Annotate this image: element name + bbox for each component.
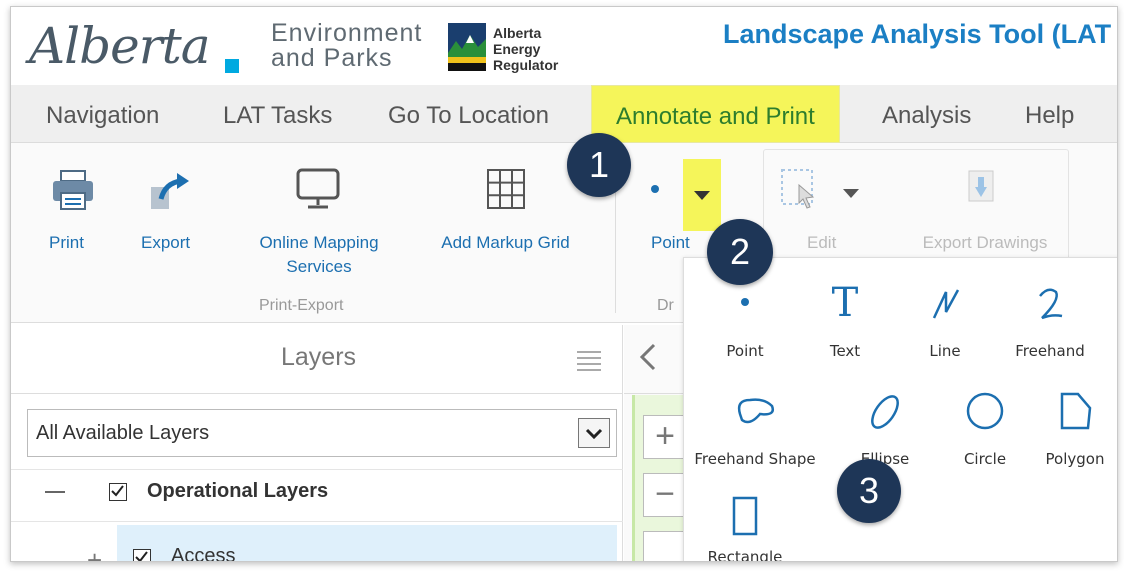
tool-rectangle[interactable]: Rectangle — [700, 490, 790, 562]
operational-layers-label: Operational Layers — [147, 480, 329, 502]
point-button[interactable]: Point — [651, 231, 690, 255]
menu-go-to-location[interactable]: Go To Location — [388, 85, 549, 143]
menu-navigation[interactable]: Navigation — [46, 85, 159, 143]
alberta-logo: Alberta — [29, 17, 210, 75]
collapse-minus-icon[interactable] — [45, 491, 65, 493]
layer-row-operational: Operational Layers — [27, 469, 617, 519]
monitor-icon[interactable] — [295, 167, 341, 211]
menu-help[interactable]: Help — [1025, 85, 1074, 143]
line-icon — [932, 289, 960, 319]
select-chevron-down-icon[interactable] — [578, 418, 610, 448]
chevron-down-icon — [694, 191, 710, 200]
online-mapping-services-button[interactable]: Online Mapping Services — [239, 231, 399, 279]
online-mapping-label-1: Online Mapping — [259, 233, 379, 252]
step-badge-3: 3 — [837, 459, 901, 523]
zoom-in-button[interactable]: + — [643, 415, 687, 459]
alberta-logo-square — [225, 59, 239, 73]
menu-bar: Navigation LAT Tasks Go To Location Anno… — [11, 85, 1117, 143]
map-divider — [624, 393, 684, 394]
aer-line-1: Alberta — [493, 25, 542, 41]
ellipse-icon — [871, 395, 899, 429]
map-tool-button[interactable] — [643, 531, 687, 561]
tool-text-label: Text — [829, 342, 861, 360]
export-drawings-button[interactable]: Export Drawings — [911, 231, 1059, 255]
tool-polygon-label: Polygon — [1045, 450, 1105, 468]
tool-freehand-shape-label: Freehand Shape — [694, 450, 816, 468]
tool-freehand-label: Freehand — [1015, 342, 1085, 360]
menu-analysis[interactable]: Analysis — [882, 85, 971, 143]
layer-row-access: + Access — [27, 525, 617, 562]
draw-tools-dropdown: Point T Text Line Freehand Freehand Shap… — [683, 257, 1117, 562]
edit-chevron-down-icon[interactable] — [843, 189, 859, 198]
tool-rectangle-label: Rectangle — [707, 548, 783, 562]
layer-filter-value: All Available Layers — [36, 422, 210, 444]
row-divider-2 — [11, 521, 623, 522]
tool-text[interactable]: T Text — [800, 278, 890, 368]
app-window: Alberta Environment and Parks Alberta En… — [10, 6, 1118, 562]
hamburger-menu-icon[interactable] — [575, 349, 603, 371]
tool-circle-label: Circle — [963, 450, 1007, 468]
online-mapping-label-2: Services — [286, 257, 352, 276]
zoom-out-button[interactable]: − — [643, 473, 687, 517]
point-icon — [700, 298, 790, 306]
access-checkbox[interactable] — [133, 549, 151, 561]
edit-button[interactable]: Edit — [807, 231, 836, 255]
layers-panel: Layers All Available Layers Operational … — [11, 325, 623, 562]
aer-line-3: Regulator — [493, 57, 559, 73]
expand-plus-icon[interactable]: + — [87, 545, 102, 561]
grid-icon[interactable] — [485, 167, 527, 211]
aer-logo-icon — [448, 23, 486, 71]
env-line-1: Environment — [271, 19, 423, 47]
text-t-icon: T — [831, 280, 859, 326]
environment-parks-text: Environment and Parks — [271, 21, 422, 71]
layer-filter-select[interactable]: All Available Layers — [27, 409, 617, 457]
chevron-left-icon[interactable] — [638, 339, 658, 375]
tool-line-label: Line — [929, 342, 961, 360]
point-dot-icon[interactable] — [651, 185, 659, 193]
draw-group-label: Dr — [657, 297, 674, 314]
tool-polygon[interactable]: Polygon — [1030, 386, 1117, 476]
freehand-shape-icon — [737, 398, 774, 424]
access-label: Access — [171, 545, 236, 562]
print-export-group-label: Print-Export — [259, 297, 344, 314]
print-button[interactable]: Print — [49, 231, 84, 255]
tool-freehand-shape[interactable]: Freehand Shape — [690, 386, 820, 476]
point-dropdown-toggle[interactable] — [683, 159, 721, 231]
app-title: Landscape Analysis Tool (LAT — [723, 19, 1112, 49]
select-edit-icon[interactable] — [779, 167, 821, 211]
add-markup-grid-button[interactable]: Add Markup Grid — [423, 231, 588, 255]
tool-point[interactable]: Point — [700, 278, 790, 368]
operational-layers-checkbox[interactable] — [109, 483, 127, 501]
tool-line[interactable]: Line — [900, 278, 990, 368]
aer-line-2: Energy — [493, 41, 541, 57]
circle-icon — [966, 392, 1004, 430]
step-badge-1: 1 — [567, 133, 631, 197]
layers-divider — [11, 393, 623, 394]
printer-icon[interactable] — [51, 169, 95, 211]
tool-point-label: Point — [726, 342, 764, 360]
layers-title: Layers — [281, 343, 357, 371]
header: Alberta Environment and Parks Alberta En… — [11, 7, 1117, 85]
env-line-2: and Parks — [271, 44, 393, 72]
freehand-icon — [1039, 288, 1063, 320]
menu-annotate-and-print[interactable]: Annotate and Print — [591, 85, 840, 143]
tool-circle[interactable]: Circle — [940, 386, 1030, 476]
aer-text: Alberta Energy Regulator — [493, 25, 558, 73]
menu-lat-tasks[interactable]: LAT Tasks — [223, 85, 332, 143]
polygon-icon — [1060, 392, 1092, 430]
tool-freehand[interactable]: Freehand — [1000, 278, 1100, 368]
export-drawings-icon[interactable] — [961, 167, 1001, 211]
export-icon[interactable] — [147, 169, 191, 211]
rectangle-icon — [732, 496, 758, 536]
export-button[interactable]: Export — [141, 231, 190, 255]
step-badge-2: 2 — [707, 219, 773, 285]
